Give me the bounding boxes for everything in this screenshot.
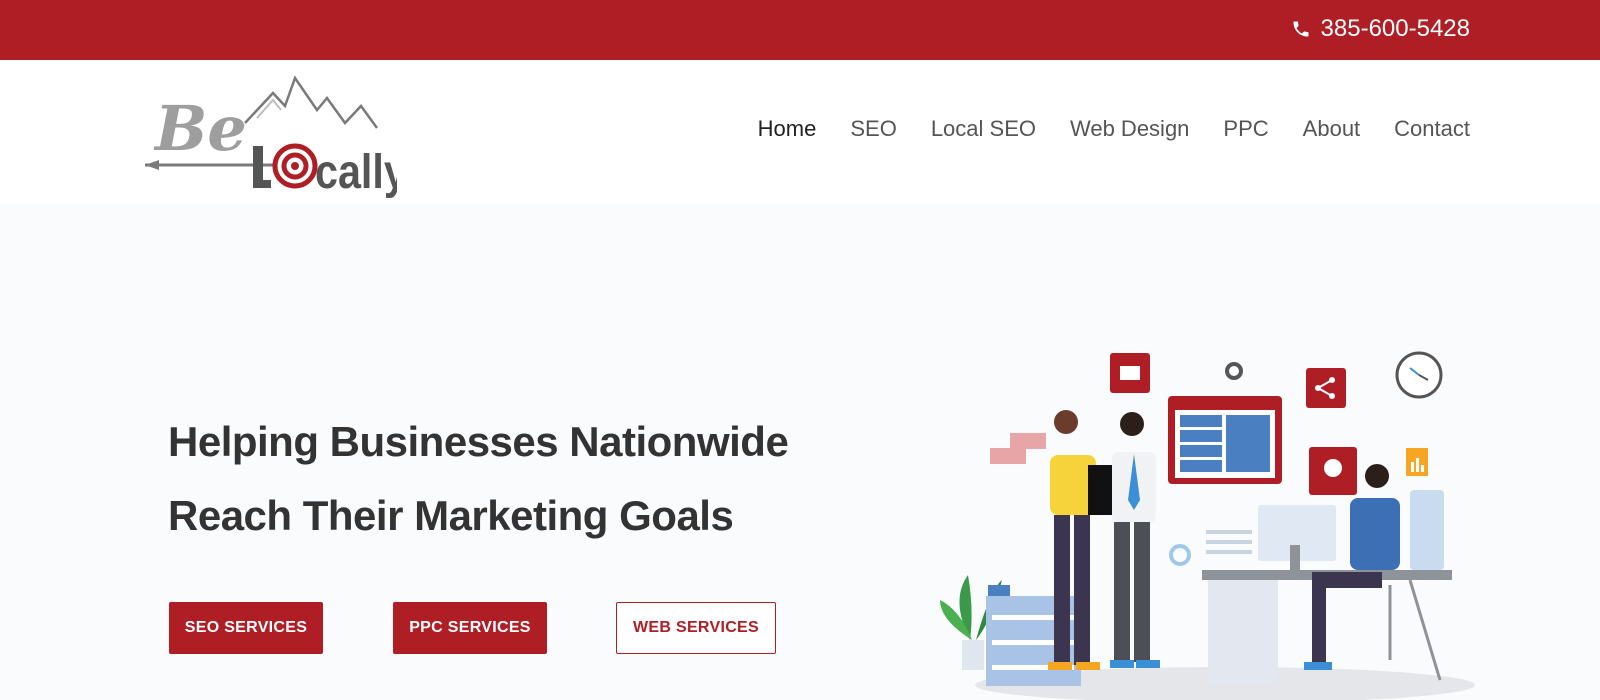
ppc-services-button[interactable]: PPC SERVICES bbox=[393, 602, 547, 654]
phone-number: 385-600-5428 bbox=[1320, 15, 1470, 42]
site-header: Be cally Home SEO Local SEO Web Design P… bbox=[0, 60, 1600, 204]
woman-figure bbox=[1048, 410, 1122, 670]
phone-icon bbox=[1293, 21, 1309, 37]
nav-contact[interactable]: Contact bbox=[1394, 116, 1470, 142]
hero-illustration bbox=[940, 351, 1475, 700]
browser-window-icon bbox=[1168, 396, 1282, 484]
hero-title-line1: Helping Businesses Nationwide bbox=[168, 418, 789, 465]
be-locally-logo[interactable]: Be cally bbox=[145, 68, 397, 198]
nav-home[interactable]: Home bbox=[758, 116, 817, 142]
seo-services-button[interactable]: SEO SERVICES bbox=[169, 602, 323, 654]
nav-local-seo[interactable]: Local SEO bbox=[931, 116, 1036, 142]
nav-about[interactable]: About bbox=[1303, 116, 1361, 142]
nav-seo[interactable]: SEO bbox=[850, 116, 896, 142]
clock-icon bbox=[1395, 351, 1443, 399]
web-services-button[interactable]: WEB SERVICES bbox=[616, 602, 776, 654]
mail-icon bbox=[1110, 353, 1150, 393]
svg-text:cally: cally bbox=[315, 145, 397, 198]
svg-text:Be: Be bbox=[153, 92, 247, 165]
hero-title-line2: Reach Their Marketing Goals bbox=[168, 492, 734, 539]
hero-title: Helping Businesses Nationwide Reach Thei… bbox=[168, 405, 789, 553]
main-nav: Home SEO Local SEO Web Design PPC About … bbox=[758, 116, 1470, 142]
top-bar: 385-600-5428 bbox=[0, 0, 1600, 60]
phone-link[interactable]: 385-600-5428 bbox=[1291, 15, 1470, 43]
nav-web-design[interactable]: Web Design bbox=[1070, 116, 1189, 142]
nav-ppc[interactable]: PPC bbox=[1223, 116, 1268, 142]
chart-file-icon bbox=[1406, 448, 1428, 476]
media-icon bbox=[1309, 447, 1357, 495]
share-icon bbox=[1306, 368, 1346, 408]
ring-icon bbox=[1225, 362, 1243, 380]
man-standing-figure bbox=[1110, 412, 1160, 668]
